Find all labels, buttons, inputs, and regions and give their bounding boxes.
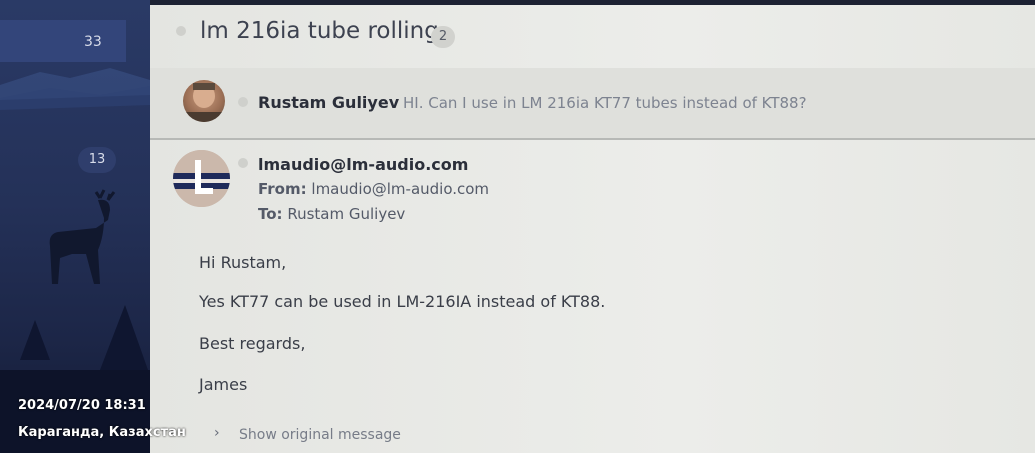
message-sender: Rustam Guliyev xyxy=(258,93,400,112)
dot-icon xyxy=(238,158,248,168)
sidebar-count: 13 xyxy=(78,147,116,173)
collapsed-message[interactable]: Rustam Guliyev HI. Can I use in LM 216ia… xyxy=(150,68,1035,140)
photo-timestamp: 2024/07/20 18:31 xyxy=(18,398,146,413)
chevron-right-icon[interactable]: › xyxy=(214,425,220,441)
to-line: To: Rustam Guliyev xyxy=(258,205,405,223)
from-address: lmaudio@lm-audio.com xyxy=(311,180,490,198)
message-body-line: James xyxy=(199,375,248,394)
avatar xyxy=(173,150,230,207)
dot-icon xyxy=(238,97,248,107)
message-body-line: Yes KT77 can be used in LM-216IA instead… xyxy=(199,292,606,311)
to-recipient: Rustam Guliyev xyxy=(287,205,406,223)
thread-subject: lm 216ia tube rolling xyxy=(200,18,439,44)
message-count-badge: 2 xyxy=(431,26,455,48)
sidebar-selected-item[interactable] xyxy=(0,20,126,62)
to-label: To: xyxy=(258,205,283,223)
message-thread-pane: lm 216ia tube rolling 2 Rustam Guliyev H… xyxy=(150,0,1035,453)
window-top-edge xyxy=(150,0,1035,5)
show-original-link[interactable]: Show original message xyxy=(239,427,401,443)
message-body-line: Hi Rustam, xyxy=(199,253,287,272)
from-line: From: lmaudio@lm-audio.com xyxy=(258,180,489,198)
sidebar-count: 33 xyxy=(84,34,102,50)
mountain-decoration xyxy=(0,68,150,110)
sidebar: 33 13 xyxy=(0,0,150,453)
dot-icon xyxy=(176,26,186,36)
message-body-line: Best regards, xyxy=(199,334,306,353)
avatar xyxy=(183,80,225,122)
message-sender: lmaudio@lm-audio.com xyxy=(258,155,469,174)
photo-location: Караганда, Казахстан xyxy=(18,425,186,440)
message-snippet: HI. Can I use in LM 216ia KT77 tubes ins… xyxy=(403,94,807,112)
deer-silhouette xyxy=(49,189,116,284)
from-label: From: xyxy=(258,180,307,198)
